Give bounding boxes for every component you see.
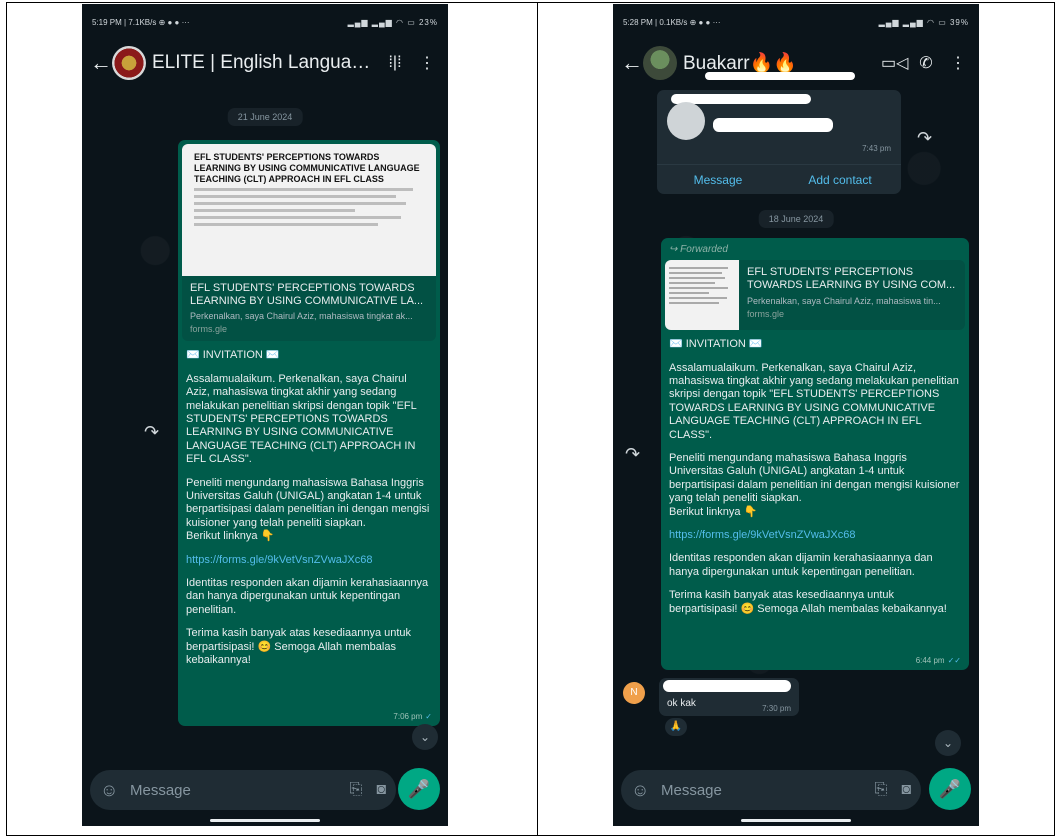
forward-share-icon[interactable]: ↷: [625, 444, 640, 465]
message-paragraph-2: Peneliti mengundang mahasiswa Bahasa Ing…: [186, 476, 430, 529]
redaction-bar: [705, 72, 855, 80]
chat-title[interactable]: ELITE | English Language...: [152, 52, 376, 74]
camera-icon[interactable]: ◙: [376, 781, 386, 799]
scroll-down-icon[interactable]: ⌄: [412, 724, 438, 750]
forward-share-icon[interactable]: ↷: [144, 422, 159, 443]
message-bubble[interactable]: EFL STUDENTS' PERCEPTIONS TOWARDS LEARNI…: [178, 140, 440, 726]
message-input[interactable]: Message: [130, 782, 336, 799]
more-vert-icon[interactable]: ⋮: [945, 53, 971, 73]
home-indicator: [741, 819, 851, 822]
home-indicator: [210, 819, 320, 822]
status-battery: 39%: [949, 18, 969, 27]
mic-icon[interactable]: 🎤: [929, 768, 971, 810]
message-paragraph-2: Peneliti mengundang mahasiswa Bahasa Ing…: [669, 452, 960, 505]
link-preview[interactable]: EFL STUDENTS' PERCEPTIONS TOWARDS LEARNI…: [182, 144, 436, 342]
table-divider: [537, 3, 538, 835]
mic-icon[interactable]: 🎤: [398, 768, 440, 810]
contact-card[interactable]: 7:43 pm Message Add contact: [657, 90, 901, 194]
message-paragraph-4: Terima kasih banyak atas kesediaannya un…: [186, 627, 412, 667]
message-paragraph-1: Assalamualaikum. Perkenalkan, saya Chair…: [186, 372, 417, 466]
status-time: 5:28 PM: [623, 18, 653, 27]
preview-description: Perkenalkan, saya Chairul Aziz, mahasisw…: [747, 295, 941, 306]
contact-avatar-icon: [667, 102, 705, 140]
redaction-bar: [713, 118, 833, 132]
message-meta: 6:44 pm ✓✓: [916, 656, 961, 666]
redaction-bar: [663, 680, 791, 692]
preview-image-title: EFL STUDENTS' PERCEPTIONS TOWARDS LEARNI…: [194, 152, 420, 184]
read-double-tick-icon: ✓✓: [947, 656, 961, 666]
arrow-back-icon[interactable]: ←: [90, 50, 112, 76]
status-time: 5:19 PM: [92, 18, 122, 27]
sender-avatar[interactable]: N: [623, 682, 645, 704]
message-paragraph-4: Terima kasih banyak atas kesediaannya un…: [669, 589, 947, 615]
contact-card-time: 7:43 pm: [862, 144, 891, 153]
incoming-message-bubble[interactable]: ok kak 7:30 pm: [659, 678, 799, 716]
invitation-heading: ✉️ INVITATION ✉️: [186, 349, 280, 362]
message-contact-button[interactable]: Message: [657, 165, 779, 194]
form-link[interactable]: https://forms.gle/9kVetVsnZVwaJXc68: [669, 529, 961, 542]
video-call-icon[interactable]: ▭◁: [881, 53, 908, 73]
message-input-bar[interactable]: ☺ Message ⎘ ◙: [90, 770, 396, 810]
invitation-heading: ✉️ INVITATION ✉️: [669, 338, 763, 351]
emoji-icon[interactable]: ☺: [100, 780, 124, 801]
add-contact-button[interactable]: Add contact: [779, 165, 901, 194]
message-link-intro: Berikut linknya 👇: [669, 505, 758, 518]
forward-share-icon[interactable]: ↷: [917, 128, 932, 149]
more-vert-icon[interactable]: ⋮: [414, 53, 440, 73]
message-bubble[interactable]: ↪ Forwarded EFL STUDENTS' PERCEPTIONS TO…: [661, 238, 969, 670]
status-net: 7.1KB/s: [128, 18, 157, 27]
chat-header: ← ELITE | English Language... ⁞|⁞ ⋮: [82, 38, 448, 88]
scroll-down-icon[interactable]: ⌄: [935, 730, 961, 756]
message-paragraph-3: Identitas responden akan dijamin kerahas…: [186, 577, 429, 616]
right-phone-screenshot: 5:28 PM | 0.1KB/s ⊕ ● ● ··· ▂▄▆ ▂▄▆ ◠ ▭ …: [613, 4, 979, 826]
link-preview[interactable]: EFL STUDENTS' PERCEPTIONS TOWARDS LEARNI…: [665, 260, 965, 331]
attach-icon[interactable]: ⎘: [875, 781, 888, 799]
status-bar: 5:19 PM | 7.1KB/s ⊕ ● ● ··· ▂▄▆ ▂▄▆ ◠ ▭ …: [92, 18, 438, 27]
forwarded-label: ↪ Forwarded: [669, 244, 728, 255]
form-link[interactable]: https://forms.gle/9kVetVsnZVwaJXc68: [186, 554, 432, 567]
preview-domain: forms.gle: [190, 324, 228, 335]
phone-call-icon[interactable]: ✆: [913, 53, 939, 73]
preview-title: EFL STUDENTS' PERCEPTIONS TOWARDS LEARNI…: [747, 266, 956, 292]
preview-domain: forms.gle: [747, 308, 785, 319]
emoji-icon[interactable]: ☺: [631, 780, 655, 801]
message-input[interactable]: Message: [661, 782, 861, 799]
camera-icon[interactable]: ◙: [901, 781, 911, 799]
status-net: 0.1KB/s: [659, 18, 688, 27]
status-bar: 5:28 PM | 0.1KB/s ⊕ ● ● ··· ▂▄▆ ▂▄▆ ◠ ▭ …: [623, 18, 969, 27]
link-preview-thumbnail: [665, 260, 739, 331]
attach-icon[interactable]: ⎘: [350, 781, 363, 799]
incoming-message-time: 7:30 pm: [762, 704, 791, 713]
read-tick-icon: ✓: [425, 712, 432, 722]
arrow-back-icon[interactable]: ←: [621, 50, 643, 76]
left-phone-screenshot: 5:19 PM | 7.1KB/s ⊕ ● ● ··· ▂▄▆ ▂▄▆ ◠ ▭ …: [82, 4, 448, 826]
message-paragraph-3: Identitas responden akan dijamin kerahas…: [669, 552, 933, 578]
message-paragraph-1: Assalamualaikum. Perkenalkan, saya Chair…: [669, 361, 959, 441]
chat-header: ← Buakarr🔥🔥 ▭◁ ✆ ⋮: [613, 38, 979, 88]
preview-description: Perkenalkan, saya Chairul Aziz, mahasisw…: [190, 311, 413, 322]
audio-call-icon[interactable]: ⁞|⁞: [382, 54, 408, 72]
status-battery: 23%: [418, 18, 438, 27]
message-input-bar[interactable]: ☺ Message ⎘ ◙: [621, 770, 921, 810]
contact-avatar[interactable]: [643, 46, 677, 80]
date-chip: 18 June 2024: [758, 210, 834, 228]
message-meta: 7:06 pm ✓: [393, 712, 432, 722]
group-avatar[interactable]: [112, 46, 146, 80]
message-time: 7:06 pm: [393, 712, 423, 722]
date-chip: 21 June 2024: [227, 108, 303, 126]
reaction-badge[interactable]: 🙏: [665, 718, 687, 736]
message-link-intro: Berikut linknya 👇: [186, 530, 275, 543]
message-time: 6:44 pm: [915, 656, 945, 666]
preview-title: EFL STUDENTS' PERCEPTIONS TOWARDS LEARNI…: [190, 282, 424, 308]
link-preview-image: EFL STUDENTS' PERCEPTIONS TOWARDS LEARNI…: [182, 144, 436, 276]
